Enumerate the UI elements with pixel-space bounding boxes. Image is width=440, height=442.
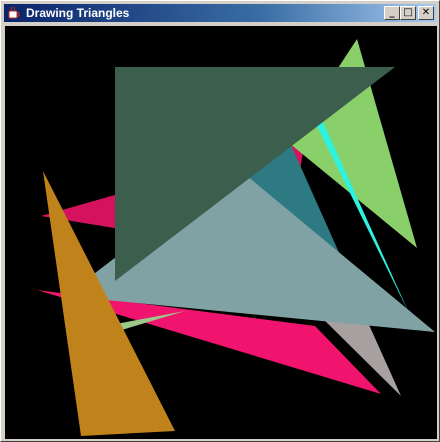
title-bar[interactable]: Drawing Triangles _ □ ✕ <box>4 4 436 22</box>
maximize-icon: □ <box>403 7 413 18</box>
drawing-canvas[interactable] <box>5 26 437 439</box>
window-title: Drawing Triangles <box>26 6 130 20</box>
caption-buttons: _ □ ✕ <box>384 6 434 20</box>
maximize-button[interactable]: □ <box>400 6 416 20</box>
close-button[interactable]: ✕ <box>418 6 434 20</box>
java-coffee-cup-icon[interactable] <box>6 5 22 21</box>
minimize-button[interactable]: _ <box>384 6 400 20</box>
close-icon: ✕ <box>421 7 431 18</box>
app-window: Drawing Triangles _ □ ✕ <box>0 0 440 442</box>
triangles-drawing <box>37 39 435 436</box>
minimize-icon: _ <box>389 7 395 18</box>
